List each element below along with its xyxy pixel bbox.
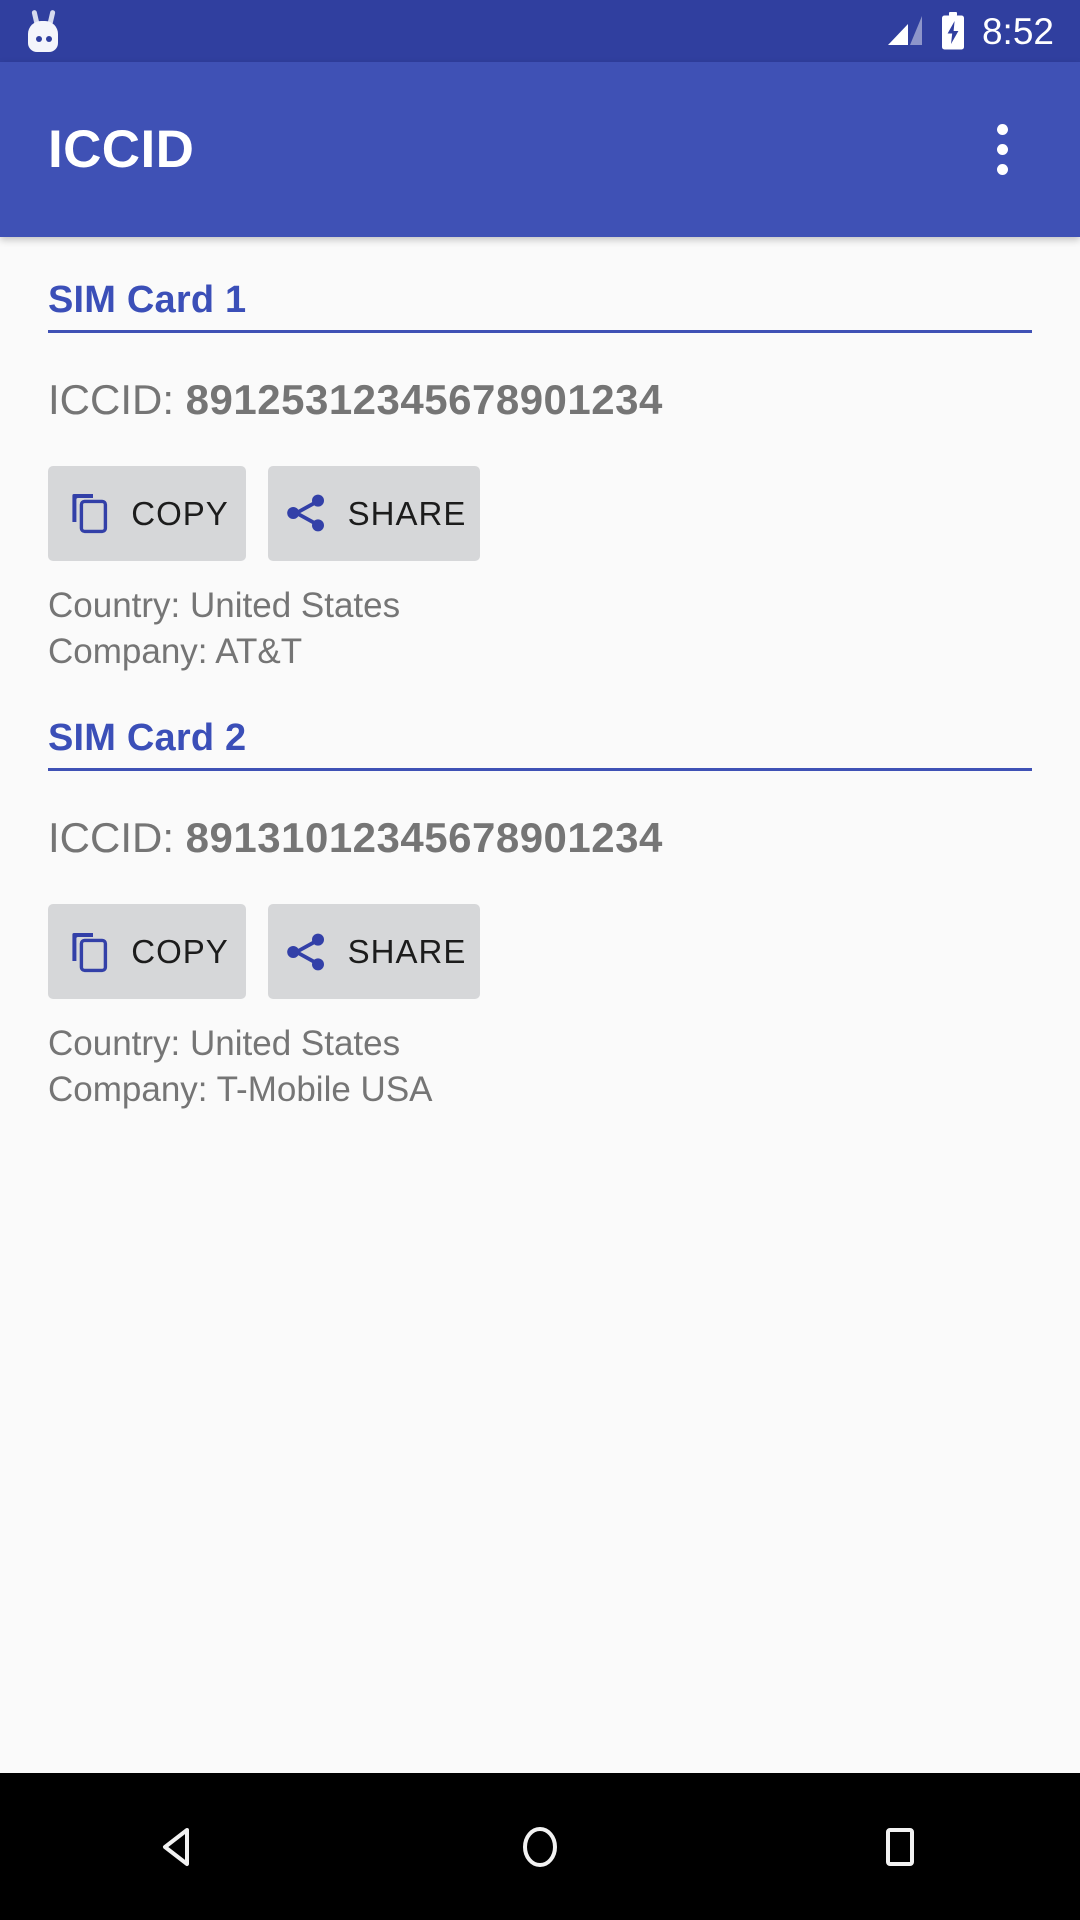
share-button[interactable]: SHARE [268,904,480,999]
country-line: Country: United States [48,1021,1032,1067]
share-icon [282,489,330,537]
status-bar-right: 8:52 [886,12,1054,50]
sim-card-meta: Country: United States Company: T-Mobile… [48,999,1032,1113]
home-circle-icon [510,1817,570,1877]
status-bar-clock: 8:52 [982,13,1054,50]
company-line: Company: AT&T [48,629,1032,675]
back-button[interactable] [90,1773,270,1920]
back-triangle-icon [150,1817,210,1877]
recents-square-icon [870,1817,930,1877]
sim-card-meta: Country: United States Company: AT&T [48,561,1032,675]
country-line: Country: United States [48,583,1032,629]
main-content: SIM Card 1 ICCID: 89125312345678901234 C… [0,237,1080,1773]
sim-card-heading: SIM Card 1 [48,237,1032,330]
iccid-row: ICCID: 89125312345678901234 [48,333,1032,423]
copy-button-label: COPY [131,935,229,968]
android-mascot-icon [24,10,62,52]
content-copy-icon [65,928,113,976]
share-button-label: SHARE [348,935,467,968]
iccid-label: ICCID: [48,376,186,423]
iccid-row: ICCID: 89131012345678901234 [48,771,1032,861]
share-button[interactable]: SHARE [268,466,480,561]
status-bar: 8:52 [0,0,1080,62]
copy-button[interactable]: COPY [48,466,246,561]
home-button[interactable] [450,1773,630,1920]
iccid-value: 89125312345678901234 [186,376,663,423]
status-bar-left [24,10,886,52]
company-line: Company: T-Mobile USA [48,1067,1032,1113]
iccid-label: ICCID: [48,814,186,861]
recents-button[interactable] [810,1773,990,1920]
more-vert-icon[interactable] [954,102,1050,198]
share-button-label: SHARE [348,497,467,530]
sim-card-section-2: SIM Card 2 ICCID: 89131012345678901234 C… [48,675,1032,1113]
iccid-value: 89131012345678901234 [186,814,663,861]
signal-bars-icon [886,15,924,47]
action-button-row: COPY SHARE [48,861,1032,999]
content-copy-icon [65,489,113,537]
action-button-row: COPY SHARE [48,423,1032,561]
android-navigation-bar [0,1773,1080,1920]
sim-card-heading: SIM Card 2 [48,675,1032,768]
sim-card-section-1: SIM Card 1 ICCID: 89125312345678901234 C… [48,237,1032,675]
app-bar: ICCID [0,62,1080,237]
copy-button-label: COPY [131,497,229,530]
copy-button[interactable]: COPY [48,904,246,999]
battery-charging-icon [940,12,966,50]
page-title: ICCID [48,123,954,176]
share-icon [282,928,330,976]
